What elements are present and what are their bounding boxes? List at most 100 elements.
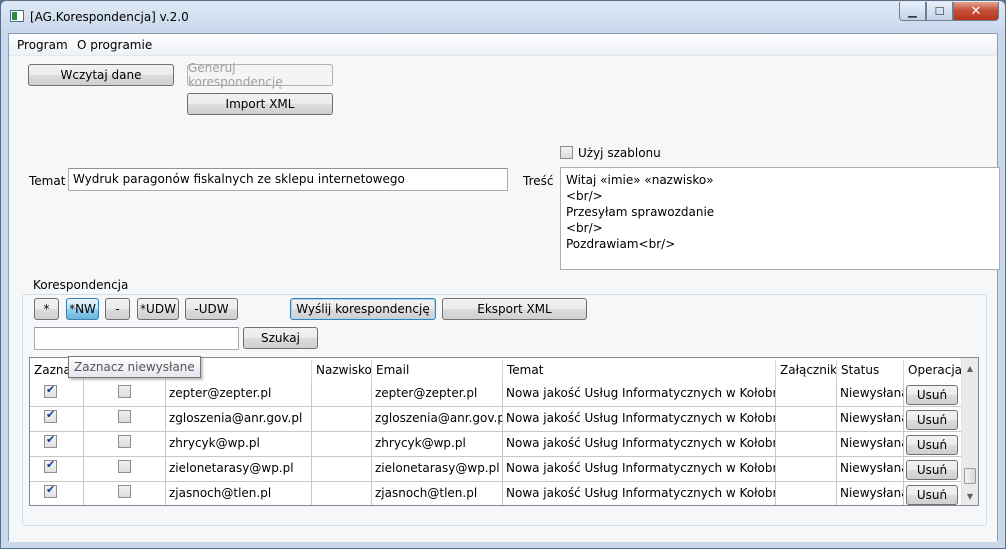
- cell-select: [30, 407, 84, 432]
- cell-last-name[interactable]: [312, 407, 372, 432]
- client-area: Program O programie Wczytaj dane Generuj…: [8, 33, 1000, 542]
- filter-select-unsent-button[interactable]: *NW: [66, 298, 99, 320]
- menu-o-programie[interactable]: O programie: [77, 38, 152, 52]
- maximize-icon: ☐: [934, 4, 945, 18]
- cell-first-name[interactable]: zielonetarasy@wp.pl: [166, 457, 312, 482]
- cell-email[interactable]: zielonetarasy@wp.pl: [372, 457, 503, 482]
- column-header-subject[interactable]: Temat: [503, 360, 776, 382]
- column-header-email[interactable]: Email: [372, 360, 503, 382]
- cell-subject[interactable]: Nowa jakość Usług Informatycznych w Koło…: [503, 432, 776, 457]
- cell-attachment[interactable]: [776, 457, 837, 482]
- cell-operation: Usuń: [904, 407, 962, 432]
- body-line: Witaj «imie» «nazwisko»: [566, 173, 714, 187]
- cell-last-name[interactable]: [312, 432, 372, 457]
- scroll-down-icon[interactable]: ▼: [962, 488, 978, 504]
- cell-status[interactable]: Niewysłana: [837, 457, 904, 482]
- delete-row-button[interactable]: Usuń: [906, 485, 958, 505]
- cell-first-name[interactable]: zhrycyk@wp.pl: [166, 432, 312, 457]
- row-select-checkbox[interactable]: [44, 458, 57, 473]
- body-textarea[interactable]: Witaj «imie» «nazwisko» <br/> Przesyłam …: [560, 167, 1000, 270]
- row-udw-checkbox[interactable]: [118, 485, 131, 498]
- cell-first-name[interactable]: zjasnoch@tlen.pl: [166, 482, 312, 505]
- search-button[interactable]: Szukaj: [243, 327, 318, 349]
- window-title: [AG.Korespondencja] v.2.0: [30, 10, 189, 24]
- scroll-thumb[interactable]: [964, 468, 976, 484]
- table-row[interactable]: zhrycyk@wp.plzhrycyk@wp.plNowa jakość Us…: [30, 432, 962, 457]
- cell-subject[interactable]: Nowa jakość Usług Informatycznych w Koło…: [503, 407, 776, 432]
- cell-first-name[interactable]: zepter@zepter.pl: [166, 382, 312, 407]
- table-row[interactable]: zielonetarasy@wp.plzielonetarasy@wp.plNo…: [30, 457, 962, 482]
- cell-status[interactable]: Niewysłana: [837, 382, 904, 407]
- cell-email[interactable]: zgloszenia@anr.gov.pl: [372, 407, 503, 432]
- cell-status[interactable]: Niewysłana: [837, 407, 904, 432]
- use-template-checkbox[interactable]: [560, 146, 573, 159]
- cell-operation: Usuń: [904, 432, 962, 457]
- column-header-status[interactable]: Status: [837, 360, 904, 382]
- menu-bar: Program O programie: [9, 34, 997, 56]
- body-line: <br/>: [566, 221, 603, 235]
- row-select-checkbox[interactable]: [44, 408, 57, 423]
- column-header-attachment[interactable]: Załącznik: [776, 360, 837, 382]
- row-udw-checkbox[interactable]: [118, 410, 131, 423]
- row-select-checkbox[interactable]: [44, 483, 57, 498]
- cell-last-name[interactable]: [312, 457, 372, 482]
- cell-udw: [84, 482, 166, 505]
- use-template-label: Użyj szablonu: [578, 146, 661, 160]
- load-data-button[interactable]: Wczytaj dane: [28, 64, 174, 86]
- cell-select: [30, 432, 84, 457]
- table-row[interactable]: zgloszenia@anr.gov.pl zgloszenia@anr.gov.…: [30, 407, 962, 432]
- cell-select: [30, 482, 84, 505]
- cell-operation: Usuń: [904, 457, 962, 482]
- cell-last-name[interactable]: [312, 382, 372, 407]
- close-button[interactable]: ✕: [953, 2, 999, 21]
- delete-row-button[interactable]: Usuń: [906, 410, 958, 430]
- table-row[interactable]: zepter@zepter.plzepter@zepter.plNowa jak…: [30, 382, 962, 407]
- cell-attachment[interactable]: [776, 432, 837, 457]
- row-udw-checkbox[interactable]: [118, 460, 131, 473]
- minimize-button[interactable]: ▁: [899, 2, 926, 21]
- cell-status[interactable]: Niewysłana: [837, 432, 904, 457]
- filter-select-udw-button[interactable]: *UDW: [137, 298, 179, 320]
- import-xml-button[interactable]: Import XML: [187, 93, 333, 115]
- body-line: Pozdrawiam<br/>: [566, 237, 676, 251]
- export-xml-button[interactable]: Eksport XML: [442, 298, 587, 320]
- filter-select-all-button[interactable]: *: [34, 298, 59, 320]
- row-select-checkbox[interactable]: [44, 383, 57, 398]
- delete-row-button[interactable]: Usuń: [906, 435, 958, 455]
- cell-subject[interactable]: Nowa jakość Usług Informatycznych w Koło…: [503, 382, 776, 407]
- row-select-checkbox[interactable]: [44, 433, 57, 448]
- grid-vertical-scrollbar[interactable]: ▲ ▼: [961, 358, 978, 505]
- row-udw-checkbox[interactable]: [118, 435, 131, 448]
- cell-first-name[interactable]: zgloszenia@anr.gov.pl: [166, 407, 312, 432]
- filter-deselect-udw-button[interactable]: -UDW: [185, 298, 238, 320]
- cell-attachment[interactable]: [776, 482, 837, 505]
- title-bar[interactable]: [AG.Korespondencja] v.2.0 ▁ ☐ ✕: [1, 1, 1005, 33]
- cell-email[interactable]: zjasnoch@tlen.pl: [372, 482, 503, 505]
- scroll-up-icon[interactable]: ▲: [962, 360, 978, 376]
- cell-last-name[interactable]: [312, 482, 372, 505]
- delete-row-button[interactable]: Usuń: [906, 385, 958, 405]
- column-header-last-name[interactable]: Nazwisko: [312, 360, 372, 382]
- body-line: Przesyłam sprawozdanie: [566, 205, 715, 219]
- cell-udw: [84, 457, 166, 482]
- cell-email[interactable]: zhrycyk@wp.pl: [372, 432, 503, 457]
- delete-row-button[interactable]: Usuń: [906, 460, 958, 480]
- cell-subject[interactable]: Nowa jakość Usług Informatycznych w Koło…: [503, 457, 776, 482]
- filter-deselect-all-button[interactable]: -: [105, 298, 130, 320]
- cell-attachment[interactable]: [776, 382, 837, 407]
- table-row[interactable]: zjasnoch@tlen.plzjasnoch@tlen.plNowa jak…: [30, 482, 962, 505]
- menu-program[interactable]: Program: [17, 38, 68, 52]
- send-correspondence-button[interactable]: Wyślij korespondencję: [290, 298, 436, 320]
- cell-email[interactable]: zepter@zepter.pl: [372, 382, 503, 407]
- column-header-operation[interactable]: Operacja: [904, 360, 962, 382]
- row-udw-checkbox[interactable]: [118, 385, 131, 398]
- search-input[interactable]: [34, 327, 239, 350]
- cell-status[interactable]: Niewysłana: [837, 482, 904, 505]
- cell-attachment[interactable]: [776, 407, 837, 432]
- cell-subject[interactable]: Nowa jakość Usług Informatycznych w Koło…: [503, 482, 776, 505]
- generate-correspondence-button[interactable]: Generuj korespondencję: [187, 61, 333, 89]
- maximize-button[interactable]: ☐: [926, 2, 953, 21]
- subject-input[interactable]: Wydruk paragonów fiskalnych ze sklepu in…: [68, 168, 508, 191]
- close-icon: ✕: [970, 3, 982, 19]
- cell-operation: Usuń: [904, 482, 962, 505]
